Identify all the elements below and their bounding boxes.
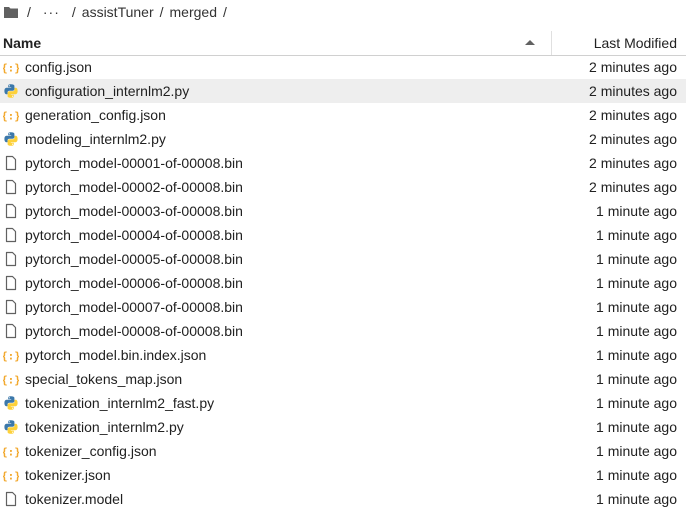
- file-row[interactable]: tokenization_internlm2.py 1 minute ago: [0, 415, 686, 439]
- breadcrumb-root-separator[interactable]: /: [27, 4, 31, 20]
- file-row[interactable]: pytorch_model-00007-of-00008.bin 1 minute…: [0, 295, 686, 319]
- file-list: {:}config.json2 minutes agoconfiguration…: [0, 55, 686, 511]
- file-icon: [3, 491, 19, 507]
- breadcrumb-ellipsis[interactable]: ···: [43, 4, 60, 20]
- file-last-modified: 2 minutes ago: [589, 155, 677, 171]
- file-last-modified: 2 minutes ago: [589, 131, 677, 147]
- file-last-modified: 1 minute ago: [596, 419, 677, 435]
- file-name[interactable]: pytorch_model-00004-of-00008.bin: [25, 227, 477, 243]
- svg-text:{:}: {:}: [3, 374, 19, 387]
- file-last-modified: 1 minute ago: [596, 275, 677, 291]
- file-name[interactable]: special_tokens_map.json: [25, 371, 477, 387]
- python-icon: [3, 419, 19, 435]
- svg-text:{:}: {:}: [3, 62, 19, 75]
- file-last-modified: 1 minute ago: [596, 347, 677, 363]
- python-icon: [3, 83, 19, 99]
- json-icon: {:}: [3, 347, 19, 363]
- file-last-modified: 2 minutes ago: [589, 179, 677, 195]
- file-name[interactable]: pytorch_model.bin.index.json: [25, 347, 477, 363]
- file-row[interactable]: {:} config.json 2 minutes ago: [0, 55, 686, 79]
- breadcrumb: / ··· / assistTuner / merged /: [0, 0, 686, 24]
- name-column-label: Name: [3, 35, 42, 51]
- breadcrumb-separator: /: [159, 4, 164, 20]
- file-last-modified: 1 minute ago: [596, 443, 677, 459]
- file-icon: [3, 203, 19, 219]
- svg-text:{:}: {:}: [3, 446, 19, 459]
- file-name[interactable]: pytorch_model-00002-of-00008.bin: [25, 179, 477, 195]
- file-row[interactable]: modeling_internlm2.py 2 minutes ago: [0, 127, 686, 151]
- file-icon: [3, 227, 19, 243]
- file-name[interactable]: tokenization_internlm2_fast.py: [25, 395, 477, 411]
- json-icon: {:}: [3, 467, 19, 483]
- file-icon: [3, 155, 19, 171]
- file-list-header: Name Last Modified: [0, 31, 686, 56]
- file-icon: [3, 323, 19, 339]
- breadcrumb-dir-merged[interactable]: merged: [170, 4, 217, 20]
- file-name[interactable]: config.json: [25, 59, 477, 75]
- file-icon: [3, 299, 19, 315]
- file-row[interactable]: configuration_internlm2.py 2 minutes ago: [0, 79, 686, 103]
- file-row[interactable]: tokenization_internlm2_fast.py 1 minute a…: [0, 391, 686, 415]
- file-name[interactable]: tokenizer.model: [25, 491, 477, 507]
- file-last-modified: 1 minute ago: [596, 251, 677, 267]
- file-name[interactable]: configuration_internlm2.py: [25, 83, 477, 99]
- file-last-modified: 1 minute ago: [596, 467, 677, 483]
- file-row[interactable]: pytorch_model-00004-of-00008.bin 1 minute…: [0, 223, 686, 247]
- file-last-modified: 2 minutes ago: [589, 107, 677, 123]
- breadcrumb-separator: /: [222, 4, 227, 20]
- file-row[interactable]: pytorch_model-00005-of-00008.bin 1 minute…: [0, 247, 686, 271]
- file-row[interactable]: pytorch_model-00003-of-00008.bin 1 minute…: [0, 199, 686, 223]
- file-name[interactable]: tokenizer.json: [25, 467, 477, 483]
- svg-text:{:}: {:}: [3, 110, 19, 123]
- file-icon: [3, 179, 19, 195]
- file-last-modified: 2 minutes ago: [589, 59, 677, 75]
- json-icon: {:}: [3, 107, 19, 123]
- file-name[interactable]: pytorch_model-00006-of-00008.bin: [25, 275, 477, 291]
- file-row[interactable]: {:} tokenizer.json 1 minute ago: [0, 463, 686, 487]
- json-icon: {:}: [3, 443, 19, 459]
- file-row[interactable]: tokenizer.model 1 minute ago: [0, 487, 686, 511]
- file-last-modified: 1 minute ago: [596, 395, 677, 411]
- json-icon: {:}: [3, 59, 19, 75]
- file-row[interactable]: pytorch_model-00001-of-00008.bin 2 minute…: [0, 151, 686, 175]
- file-name[interactable]: modeling_internlm2.py: [25, 131, 477, 147]
- file-row[interactable]: {:} tokenizer_config.json 1 minute ago: [0, 439, 686, 463]
- file-name[interactable]: tokenization_internlm2.py: [25, 419, 477, 435]
- file-last-modified: 2 minutes ago: [589, 83, 677, 99]
- file-name[interactable]: pytorch_model-00001-of-00008.bin: [25, 155, 477, 171]
- file-last-modified: 1 minute ago: [596, 299, 677, 315]
- file-name[interactable]: pytorch_model-00005-of-00008.bin: [25, 251, 477, 267]
- file-row[interactable]: {:} generation_config.json 2 minutes ago: [0, 103, 686, 127]
- svg-text:{:}: {:}: [3, 470, 19, 483]
- file-row[interactable]: pytorch_model-00002-of-00008.bin 2 minute…: [0, 175, 686, 199]
- file-name[interactable]: pytorch_model-00007-of-00008.bin: [25, 299, 477, 315]
- breadcrumb-dir-assisttuner[interactable]: assistTuner: [82, 4, 154, 20]
- breadcrumb-separator: /: [71, 4, 76, 20]
- file-last-modified: 1 minute ago: [596, 227, 677, 243]
- last-modified-column-header[interactable]: Last Modified: [552, 35, 686, 51]
- file-row[interactable]: pytorch_model-00008-of-00008.bin 1 minute…: [0, 319, 686, 343]
- file-icon: [3, 251, 19, 267]
- file-last-modified: 1 minute ago: [596, 371, 677, 387]
- python-icon: [3, 131, 19, 147]
- file-name[interactable]: pytorch_model-00008-of-00008.bin: [25, 323, 477, 339]
- file-name[interactable]: pytorch_model-00003-of-00008.bin: [25, 203, 477, 219]
- file-last-modified: 1 minute ago: [596, 203, 677, 219]
- json-icon: {:}: [3, 371, 19, 387]
- python-icon: [3, 395, 19, 411]
- file-icon: [3, 275, 19, 291]
- file-row[interactable]: {:} special_tokens_map.json 1 minute ago: [0, 367, 686, 391]
- svg-text:{:}: {:}: [3, 350, 19, 363]
- name-column-header[interactable]: Name: [0, 31, 552, 55]
- file-row[interactable]: {:} pytorch_model.bin.index.json 1 minute …: [0, 343, 686, 367]
- file-name[interactable]: tokenizer_config.json: [25, 443, 477, 459]
- file-name[interactable]: generation_config.json: [25, 107, 477, 123]
- file-row[interactable]: pytorch_model-00006-of-00008.bin 1 minute…: [0, 271, 686, 295]
- file-last-modified: 1 minute ago: [596, 323, 677, 339]
- sort-ascending-icon: [525, 40, 535, 45]
- folder-icon[interactable]: [3, 5, 19, 19]
- file-last-modified: 1 minute ago: [596, 491, 677, 507]
